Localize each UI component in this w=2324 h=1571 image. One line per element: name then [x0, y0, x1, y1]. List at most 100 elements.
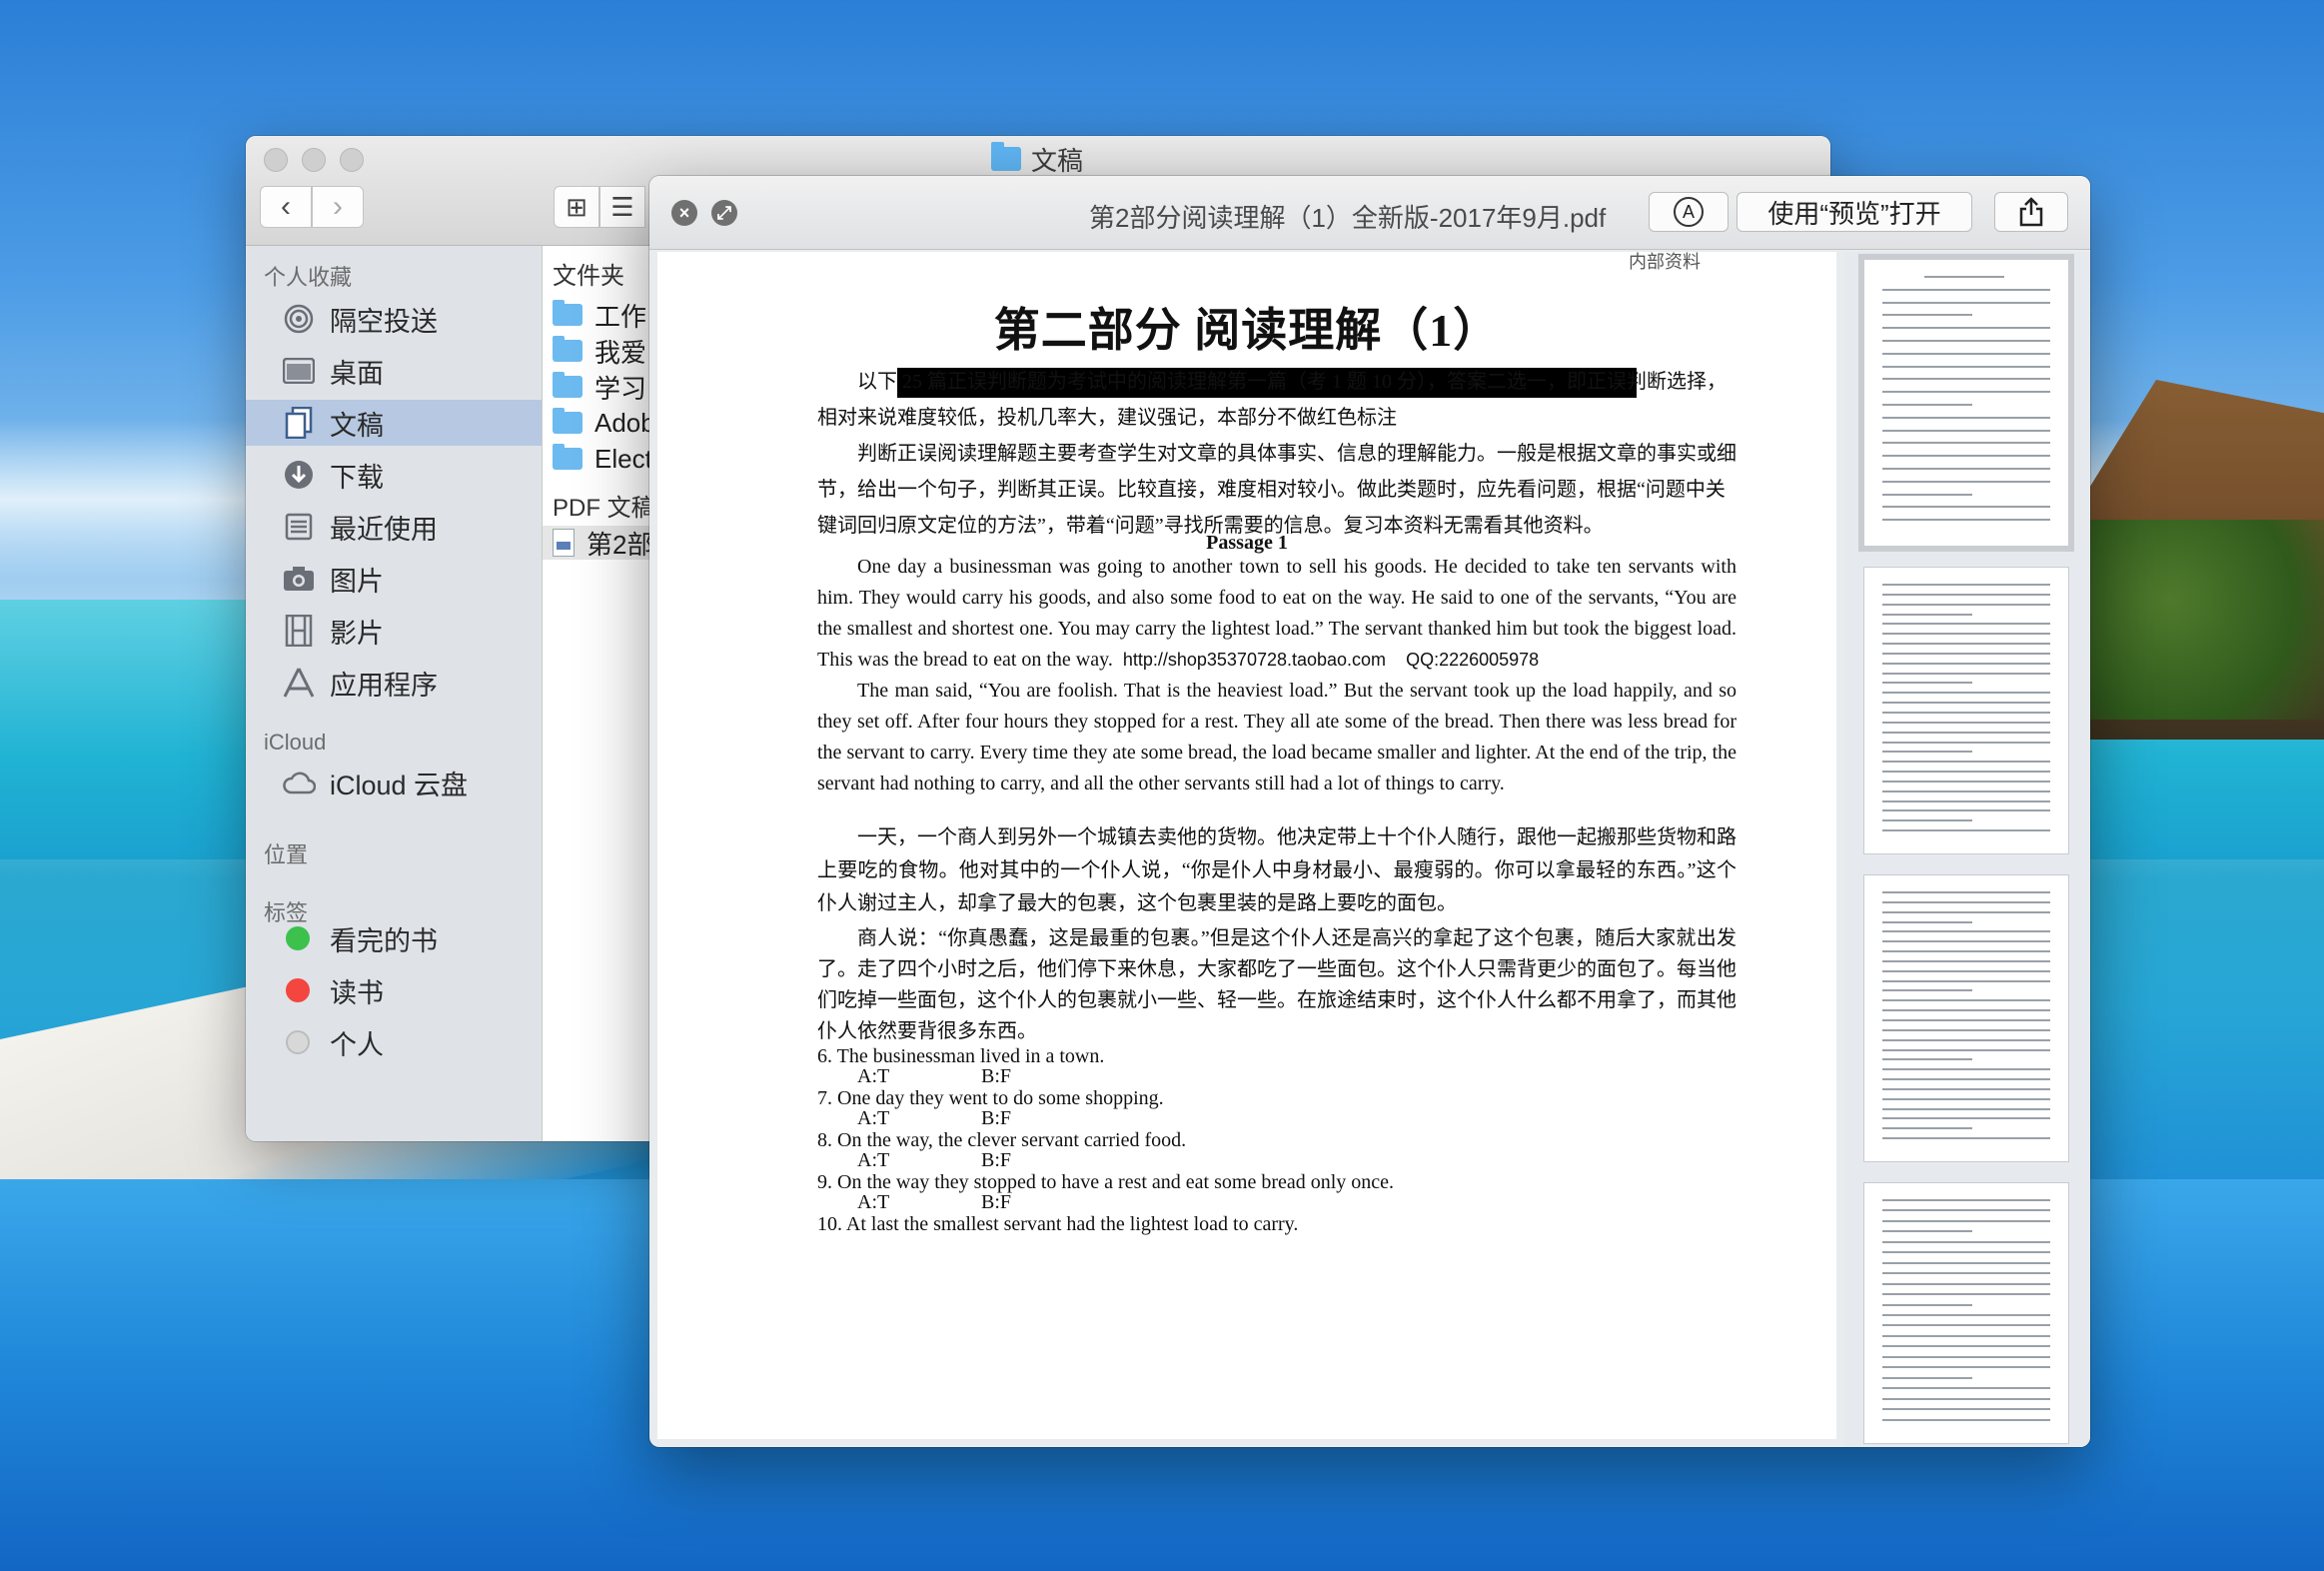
sidebar-item-recents[interactable]: 最近使用	[246, 504, 542, 550]
thumbnail-text-line	[1882, 429, 2050, 432]
page-thumbnail[interactable]	[1864, 568, 2068, 853]
thumbnail-text-line	[1882, 910, 2050, 913]
thumbnail-text-line	[1882, 301, 2050, 304]
zoom-button[interactable]	[340, 148, 364, 172]
thumbnail-text-line	[1882, 761, 2050, 764]
thumbnail-text-line	[1882, 1293, 2050, 1296]
sidebar-item-label: 最近使用	[330, 514, 438, 545]
minimize-button[interactable]	[302, 148, 326, 172]
list-item[interactable]: 工作	[553, 298, 646, 332]
file-name: 第2部	[586, 529, 653, 560]
thumbnail-text-line	[1882, 1058, 1972, 1061]
markup-button[interactable]: A	[1649, 192, 1729, 232]
thumbnail-text-line	[1882, 1303, 1972, 1306]
file-name: Elect	[594, 443, 652, 474]
question-9: 9. On the way they stopped to have a res…	[817, 1171, 1395, 1193]
thumbnail-text-line	[1882, 1117, 2050, 1120]
sidebar-item-downloads[interactable]: 下载	[246, 452, 542, 498]
thumbnail-text-line	[1882, 940, 2050, 943]
sidebar-tag-reading[interactable]: 读书	[246, 967, 542, 1013]
sidebar-tag-finished-books[interactable]: 看完的书	[246, 915, 542, 961]
thumbnail-text-line	[1882, 1314, 2050, 1316]
sidebar-item-documents[interactable]: 文稿	[246, 400, 542, 446]
thumbnail-text-line	[1882, 1137, 2050, 1140]
thumbnail-text-line	[1882, 662, 2050, 665]
question-10-cut: 10. At last the smallest servant had the…	[817, 1213, 1299, 1235]
thumbnail-text-line	[1882, 643, 2050, 646]
page-thumbnail[interactable]	[1864, 875, 2068, 1161]
thumbnail-text-line	[1882, 672, 2050, 675]
sidebar-item-label: 看完的书	[330, 925, 438, 956]
thumbnail-text-line	[1882, 692, 2050, 695]
thumbnail-text-line	[1882, 404, 1972, 406]
document-filename: 第2部分阅读理解（1）全新版-2017年9月.pdf	[1089, 203, 1607, 233]
question-6-option-b: B:F	[981, 1065, 1012, 1087]
list-item[interactable]: 学习	[553, 370, 646, 404]
film-icon	[282, 614, 316, 648]
thumbnail-text-line	[1882, 623, 2050, 626]
list-view-button[interactable]: ☰	[599, 186, 645, 228]
desktop-foliage	[2058, 520, 2324, 720]
quicklook-window: × ⤢ 第2部分阅读理解（1）全新版-2017年9月.pdf A 使用“预览”打…	[649, 176, 2090, 1447]
thumbnail-text-line	[1882, 1038, 2050, 1041]
thumbnail-text-line	[1882, 1097, 2050, 1100]
thumbnail-text-line	[1882, 829, 2050, 832]
sidebar-item-icloud-drive[interactable]: iCloud 云盘	[246, 760, 542, 805]
open-with-preview-button[interactable]: 使用“预览”打开	[1737, 192, 1972, 232]
file-name: 学习	[594, 373, 647, 404]
locations-header: 位置	[264, 842, 309, 867]
sidebar-item-pictures[interactable]: 图片	[246, 556, 542, 602]
thumbnail-text-line	[1882, 731, 2050, 734]
list-item[interactable]: Adob	[553, 406, 655, 440]
thumbnail-text-line	[1882, 468, 2050, 470]
share-button[interactable]	[1994, 192, 2068, 232]
fullscreen-icon[interactable]: ⤢	[711, 200, 737, 226]
thumbnail-text-line	[1882, 1107, 2050, 1110]
sidebar-item-movies[interactable]: 影片	[246, 608, 542, 654]
thumbnail-text-line	[1882, 506, 2050, 509]
airdrop-icon	[282, 302, 316, 336]
sidebar-item-label: 文稿	[330, 410, 384, 441]
thumbnail-text-line	[1882, 712, 2050, 714]
folder-icon	[553, 408, 582, 434]
question-8-option-a: A:T	[857, 1149, 890, 1171]
question-8-option-b: B:F	[981, 1149, 1012, 1171]
thumbnail-text-line	[1882, 999, 2050, 1002]
page-thumbnail[interactable]	[1864, 1183, 2068, 1443]
thumbnail-text-line	[1882, 1282, 2050, 1285]
sidebar-item-applications[interactable]: 应用程序	[246, 660, 542, 706]
sidebar-tag-personal[interactable]: 个人	[246, 1019, 542, 1065]
back-button[interactable]: ‹	[260, 186, 312, 228]
sidebar-item-label: 读书	[330, 977, 384, 1008]
thumbnail-text-line	[1882, 593, 2050, 596]
thumbnail-text-line	[1882, 959, 2050, 962]
thumbnail-text-line	[1882, 584, 2050, 586]
close-button[interactable]	[264, 148, 288, 172]
download-icon	[282, 458, 316, 492]
close-icon[interactable]: ×	[671, 200, 697, 226]
sidebar-item-airdrop[interactable]: 隔空投送	[246, 296, 542, 342]
thumbnail-text-line	[1882, 455, 2050, 458]
sidebar-item-desktop[interactable]: 桌面	[246, 348, 542, 394]
list-item-pdf[interactable]: 第2部	[553, 526, 652, 560]
icon-view-button[interactable]: ⊞	[554, 186, 599, 228]
page-thumbnail[interactable]	[1864, 260, 2068, 546]
forward-button[interactable]: ›	[312, 186, 364, 228]
thumbnail-text-line	[1882, 891, 2050, 893]
thumbnail-text-line	[1882, 1324, 2050, 1327]
list-item[interactable]: Elect	[553, 442, 652, 476]
thumbnail-text-line	[1882, 327, 2050, 330]
intro-paragraph-2: 判断正误阅读理解题主要考查学生对文章的具体事实、信息的理解能力。一般是根据文章的…	[817, 443, 1737, 537]
thumbnail-text-line	[1882, 1366, 2050, 1369]
thumbnail-text-line	[1882, 1397, 2050, 1400]
gray-tag-icon	[286, 1030, 310, 1054]
thumbnail-text-line	[1882, 930, 2050, 933]
thumbnail-text-line	[1882, 633, 2050, 636]
thumbnail-text-line	[1882, 950, 2050, 953]
list-item[interactable]: 我爱	[553, 334, 646, 368]
question-7-option-b: B:F	[981, 1107, 1012, 1129]
thumbnail-text-line	[1882, 603, 2050, 606]
finder-sidebar: 个人收藏 隔空投送 桌面 文稿 下载 最近使用 图片 影片 应用程序 iClou…	[246, 246, 542, 1141]
question-9-option-b: B:F	[981, 1191, 1012, 1213]
question-7-option-a: A:T	[857, 1107, 890, 1129]
